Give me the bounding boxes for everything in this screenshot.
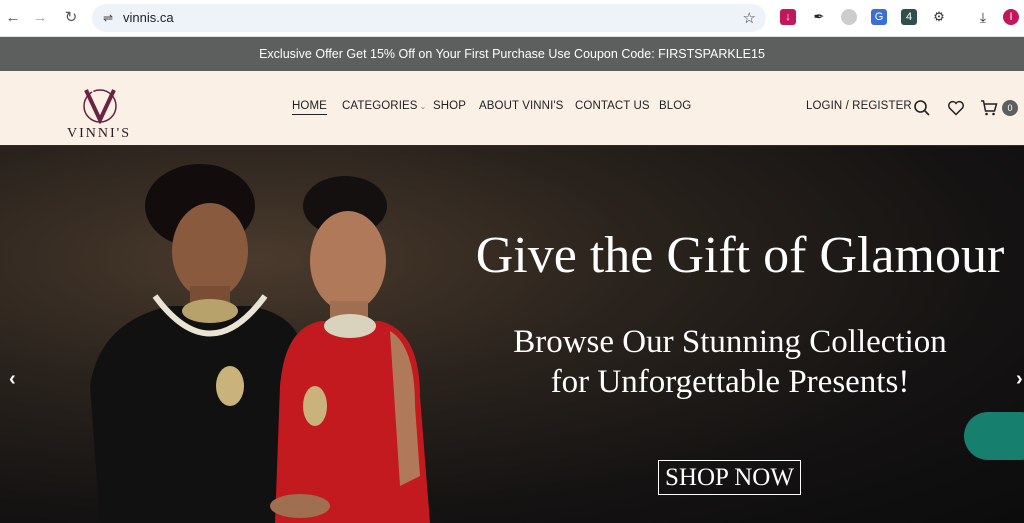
extensions-puzzle-icon[interactable]: ⚙ <box>931 9 947 25</box>
cart-icon[interactable] <box>980 99 998 117</box>
forward-icon[interactable]: → <box>30 8 50 28</box>
site-header: VINNI'S HOME CATEGORIES ⌄ SHOP ABOUT VINN… <box>0 71 1024 146</box>
cart-count-badge: 0 <box>1002 100 1018 116</box>
back-icon[interactable]: ← <box>3 8 23 28</box>
site-info-icon[interactable]: ⇌ <box>100 10 116 26</box>
address-bar[interactable]: ⇌ vinnis.ca ☆ <box>92 4 766 32</box>
chat-widget-button[interactable] <box>964 412 1024 460</box>
nav-categories[interactable]: CATEGORIES ⌄ <box>342 100 426 112</box>
nav-categories-label: CATEGORIES <box>342 100 418 112</box>
nav-shop[interactable]: SHOP <box>433 100 466 112</box>
translate-extension-icon[interactable]: G <box>871 9 887 25</box>
profile-avatar[interactable]: I <box>1003 9 1019 25</box>
download-extension-icon[interactable]: ↓ <box>780 9 796 25</box>
nav-blog[interactable]: BLOG <box>659 100 691 112</box>
wishlist-heart-icon[interactable] <box>947 99 965 117</box>
logo-monogram-icon <box>83 89 117 124</box>
bookmark-star-icon[interactable]: ☆ <box>743 9 756 27</box>
hero-subtitle: Browse Our Stunning Collection for Unfor… <box>430 322 1024 402</box>
eyedropper-extension-icon[interactable]: ✒ <box>811 9 827 25</box>
site-logo[interactable]: VINNI'S <box>60 86 140 142</box>
hero-subtitle-line2: for Unforgettable Presents! <box>550 364 910 400</box>
chevron-down-icon: ⌄ <box>419 102 427 111</box>
nav-about[interactable]: ABOUT VINNI'S <box>479 100 563 112</box>
reload-icon[interactable]: ↻ <box>61 8 81 28</box>
browser-toolbar: ← → ↻ ⇌ vinnis.ca ☆ ↓ ✒ G 4 ⚙ ⤓ I <box>0 0 1024 37</box>
downloads-icon[interactable]: ⤓ <box>975 9 991 25</box>
slider-prev-icon[interactable]: ‹ <box>9 368 16 391</box>
logo-wordmark: VINNI'S <box>67 126 131 141</box>
slider-next-icon[interactable]: › <box>1016 368 1023 391</box>
url-text[interactable]: vinnis.ca <box>123 10 174 25</box>
counter-extension-icon[interactable]: 4 <box>901 9 917 25</box>
nav-home[interactable]: HOME <box>292 100 327 115</box>
promo-banner: Exclusive Offer Get 15% Off on Your Firs… <box>0 37 1024 71</box>
hero-subtitle-line1: Browse Our Stunning Collection <box>513 324 947 360</box>
hero-models-image <box>90 164 430 523</box>
hero-slider: Give the Gift of Glamour Browse Our Stun… <box>0 146 1024 523</box>
search-icon[interactable] <box>913 99 931 117</box>
shop-now-button[interactable]: SHOP NOW <box>658 460 801 495</box>
hero-title: Give the Gift of Glamour <box>475 227 1005 284</box>
extension-icon[interactable] <box>841 9 857 25</box>
nav-contact[interactable]: CONTACT US <box>575 100 650 112</box>
login-register-link[interactable]: LOGIN / REGISTER <box>806 100 912 112</box>
